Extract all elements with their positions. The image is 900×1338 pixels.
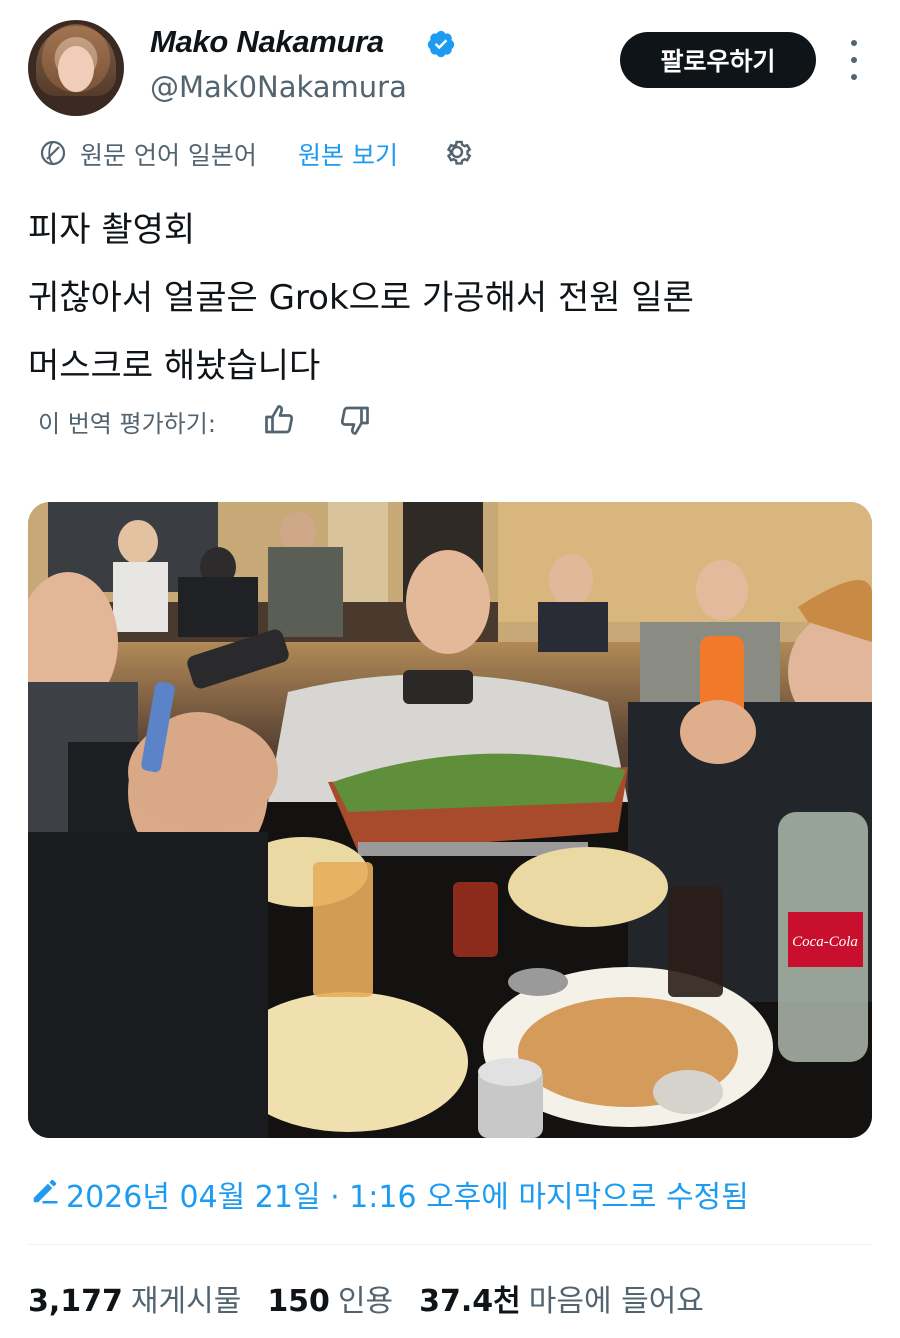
tweet-line: 피자 촬영회 [28,210,196,250]
edit-pencil-icon [33,1179,58,1204]
likes-label[interactable]: 마음에 들어요 [529,1284,704,1319]
tweet-line: 머스크로 해놨습니다 [28,346,321,386]
translation-source: 원문 언어 일본어 [80,141,257,170]
more-options-icon[interactable] [842,40,866,80]
edited-timestamp[interactable]: 2026년 04월 21일 · 1:16 오후에 마지막으로 수정됨 [66,1172,749,1216]
divider [28,1244,872,1245]
thumbs-down-icon[interactable] [336,402,372,438]
user-handle[interactable]: @Mak0Nakamura [150,70,407,104]
reposts-count[interactable]: 3,177 [28,1284,123,1319]
translate-icon [40,140,66,166]
verified-badge-icon [427,30,455,58]
bottle-label: Coca-Cola [792,934,858,950]
tweet-text: 피자 촬영회 귀찮아서 얼굴은 Grok으로 가공해서 전원 일론 머스크로 해… [28,196,694,400]
quotes-label[interactable]: 인용 [338,1284,393,1319]
likes-count[interactable]: 37.4천 [419,1284,521,1319]
display-name[interactable]: Mako Nakamura [150,24,384,60]
tweet-line: 귀찮아서 얼굴은 Grok으로 가공해서 전원 일론 [28,278,694,318]
follow-button[interactable]: 팔로우하기 [620,32,816,88]
thumbs-up-icon[interactable] [262,402,298,438]
rate-translation-label: 이 번역 평가하기: [38,410,216,438]
avatar[interactable] [28,20,124,116]
view-original-link[interactable]: 원본 보기 [298,136,398,172]
quotes-count[interactable]: 150 [267,1284,330,1319]
engagement-stats: 3,177 재게시물 150 인용 37.4천 마음에 들어요 [28,1276,730,1320]
gear-icon[interactable] [440,135,474,169]
tweet-photo[interactable]: Coca-Cola [28,502,872,1138]
reposts-label[interactable]: 재게시물 [131,1284,241,1319]
